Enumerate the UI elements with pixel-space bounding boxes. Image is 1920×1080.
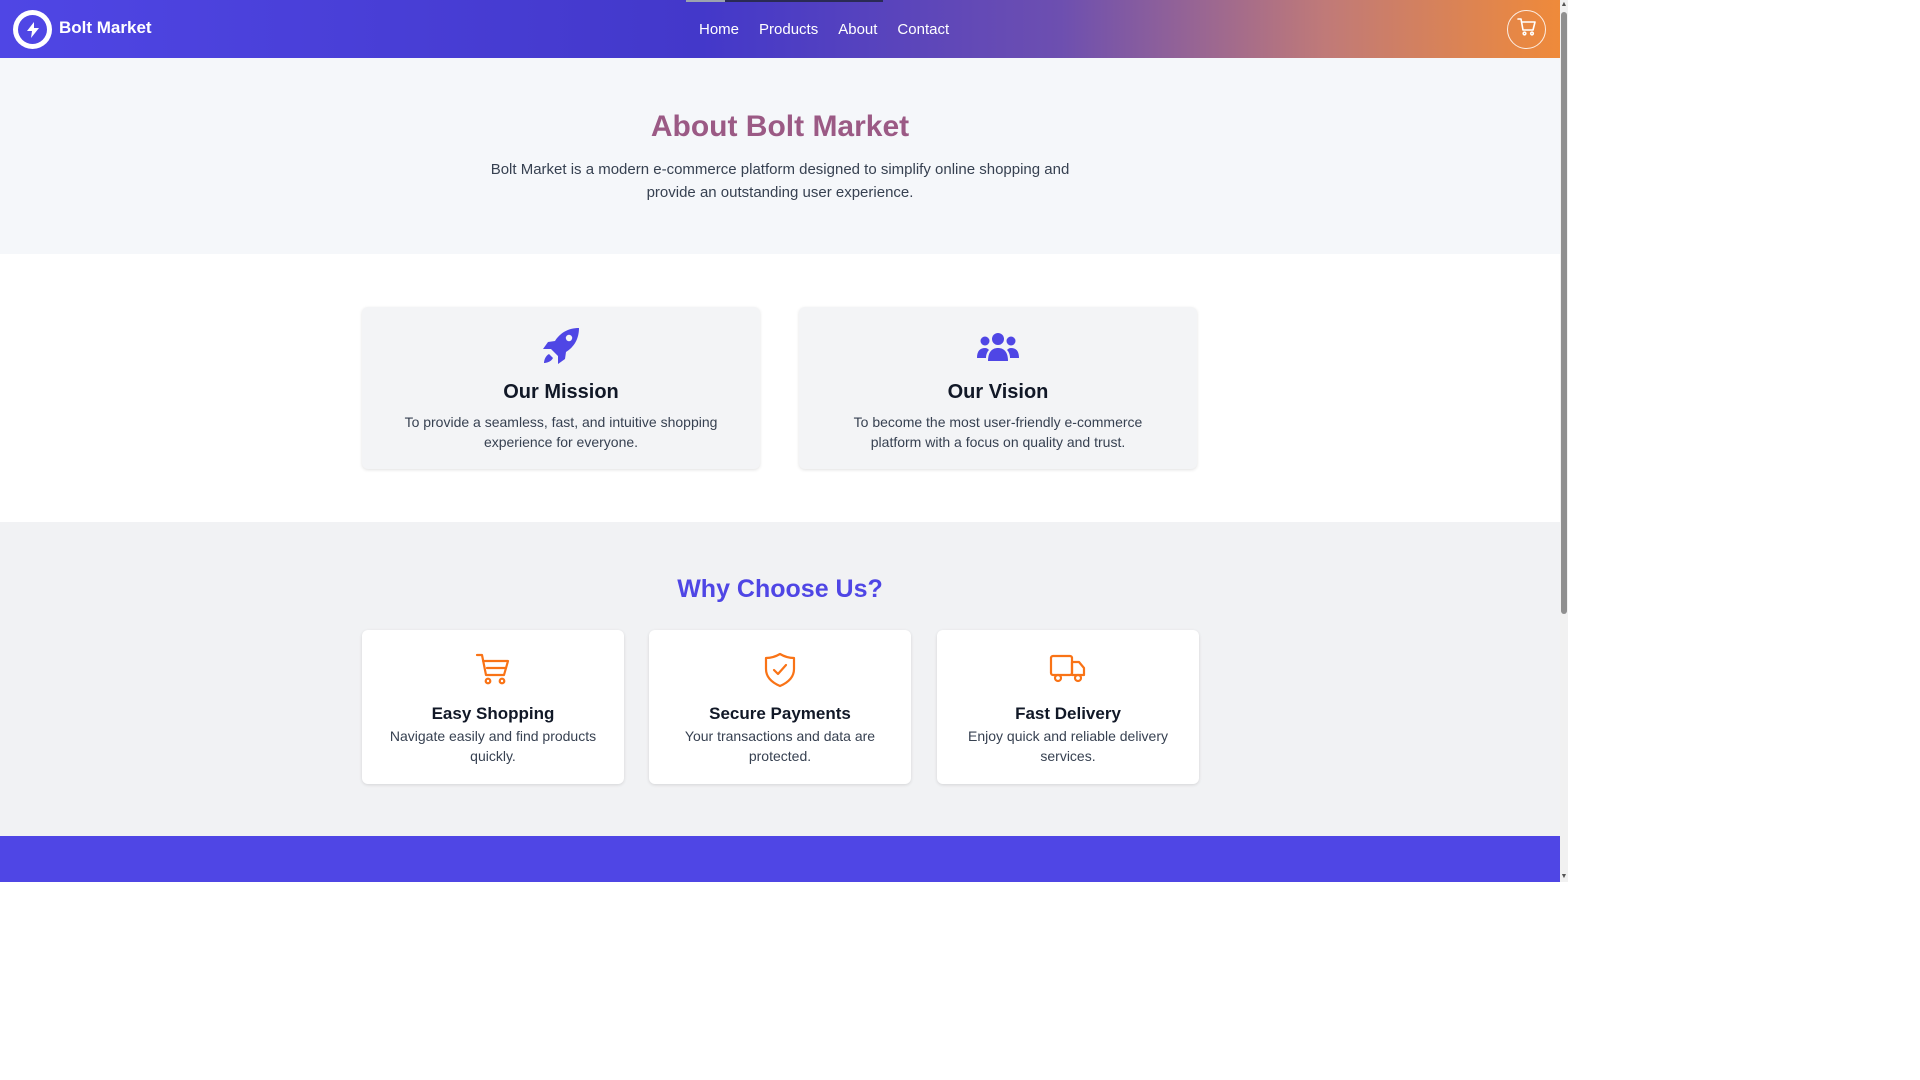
- vision-card: Our Vision To become the most user-frien…: [799, 307, 1197, 469]
- shield-check-icon: [649, 652, 911, 688]
- cart-button[interactable]: [1507, 10, 1546, 49]
- lightning-bolt-icon: [18, 15, 47, 44]
- page-title: About Bolt Market: [650, 110, 910, 143]
- feature-title: Secure Payments: [709, 704, 851, 723]
- brand-name[interactable]: Bolt Market: [59, 18, 152, 38]
- footer: [0, 836, 1560, 882]
- scroll-down-arrow-icon[interactable]: ▼: [1560, 872, 1568, 882]
- page-scrollbar[interactable]: ▲ ▼: [1560, 0, 1568, 882]
- mission-title: Our Mission: [503, 381, 619, 403]
- main-nav: Home Products About Contact: [689, 0, 959, 58]
- mission-text: To provide a seamless, fast, and intuiti…: [404, 414, 718, 450]
- feature-title: Easy Shopping: [431, 704, 555, 723]
- rocket-icon: [362, 325, 760, 367]
- nav-about[interactable]: About: [838, 21, 877, 38]
- scrollbar-thumb[interactable]: [1561, 12, 1567, 614]
- nav-products[interactable]: Products: [759, 21, 818, 38]
- mission-card: Our Mission To provide a seamless, fast,…: [362, 307, 760, 469]
- feature-text: Enjoy quick and reliable delivery servic…: [968, 728, 1168, 764]
- vision-title: Our Vision: [947, 381, 1049, 403]
- truck-icon: [937, 652, 1199, 684]
- nav-home[interactable]: Home: [699, 21, 739, 38]
- feature-text: Your transactions and data are protected…: [684, 728, 876, 764]
- feature-title: Fast Delivery: [1015, 704, 1121, 723]
- scroll-up-arrow-icon[interactable]: ▲: [1560, 0, 1568, 10]
- feature-card-fast-delivery: Fast Delivery Enjoy quick and reliable d…: [937, 630, 1199, 784]
- mission-vision-section: Our Mission To provide a seamless, fast,…: [0, 254, 1560, 522]
- feature-card-easy-shopping: Easy Shopping Navigate easily and find p…: [362, 630, 624, 784]
- shopping-cart-icon: [1516, 18, 1537, 41]
- nav-contact[interactable]: Contact: [897, 21, 949, 38]
- shopping-cart-icon: [362, 652, 624, 686]
- why-choose-section: Why Choose Us? Easy Shopping Navigate ea…: [0, 522, 1560, 836]
- logo[interactable]: [13, 10, 52, 49]
- top-navbar: Bolt Market Home Products About Contact: [0, 0, 1560, 58]
- feature-text: Navigate easily and find products quickl…: [389, 728, 597, 764]
- feature-card-secure-payments: Secure Payments Your transactions and da…: [649, 630, 911, 784]
- about-hero: About Bolt Market Bolt Market is a moder…: [0, 58, 1560, 254]
- users-icon: [799, 331, 1197, 363]
- hero-description: Bolt Market is a modern e-commerce platf…: [490, 161, 1070, 201]
- vision-text: To become the most user-friendly e-comme…: [853, 414, 1143, 450]
- why-title: Why Choose Us?: [677, 575, 883, 603]
